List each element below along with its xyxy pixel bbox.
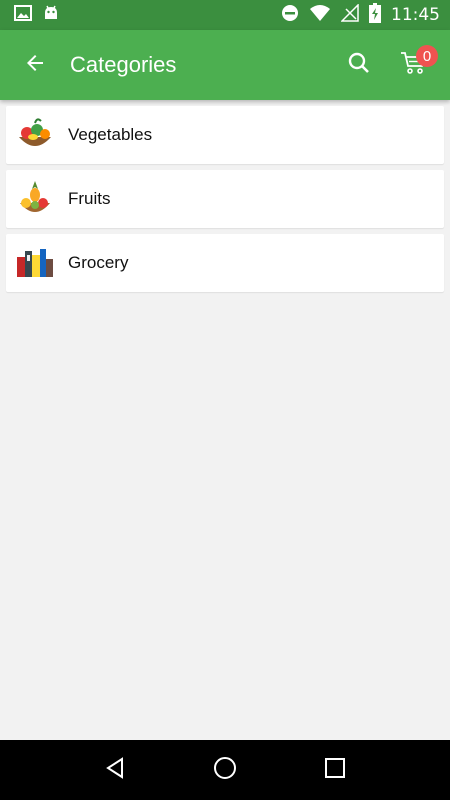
battery-charging-icon (369, 2, 381, 28)
nav-back-button[interactable] (95, 750, 135, 790)
status-bar: 11:45 (0, 0, 450, 30)
page-title: Categories (70, 52, 177, 77)
home-circle-icon (213, 756, 237, 785)
category-item-fruits[interactable]: Fruits (6, 170, 444, 228)
app-bar: Categories 0 (0, 30, 450, 100)
do-not-disturb-icon (281, 4, 299, 27)
system-nav-bar (0, 740, 450, 800)
category-list: Vegetables Fruits Grocery (6, 106, 444, 298)
cart-button[interactable]: 0 (384, 30, 444, 100)
category-label: Grocery (68, 253, 129, 272)
status-time: 11:45 (391, 5, 440, 25)
recents-square-icon (324, 757, 346, 784)
category-item-vegetables[interactable]: Vegetables (6, 106, 444, 164)
vegetables-thumbnail (14, 114, 56, 156)
search-icon (347, 51, 371, 80)
image-icon (14, 4, 32, 26)
cart-count-badge: 0 (416, 45, 438, 67)
no-signal-icon (340, 2, 359, 27)
fruits-thumbnail (14, 178, 56, 220)
grocery-thumbnail (14, 242, 56, 284)
category-label: Fruits (68, 189, 111, 208)
back-triangle-icon (104, 756, 126, 784)
nav-home-button[interactable] (205, 750, 245, 790)
wifi-icon (309, 4, 331, 27)
nav-recents-button[interactable] (315, 750, 355, 790)
status-left-icons (14, 4, 60, 27)
android-icon (42, 4, 60, 27)
arrow-back-icon (23, 51, 47, 80)
category-item-grocery[interactable]: Grocery (6, 234, 444, 292)
category-label: Vegetables (68, 125, 153, 144)
status-right-icons: 11:45 (281, 2, 440, 28)
back-button[interactable] (0, 30, 70, 100)
search-button[interactable] (334, 30, 384, 100)
